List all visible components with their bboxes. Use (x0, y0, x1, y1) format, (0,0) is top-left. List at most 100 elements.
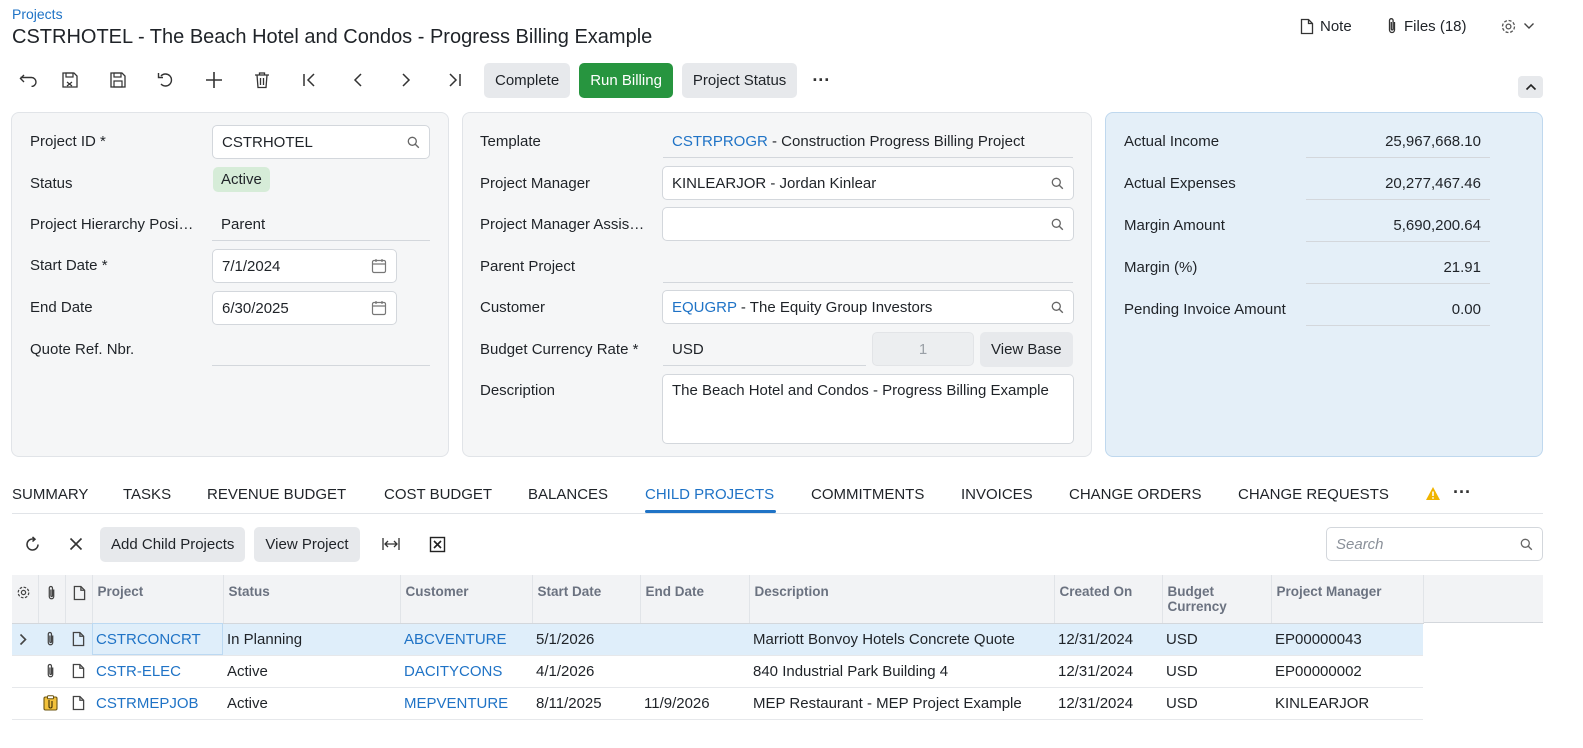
column-header-created-on[interactable]: Created On (1054, 575, 1163, 624)
table-row[interactable]: CSTRMEPJOB Active MEPVENTURE 8/11/2025 1… (12, 687, 1423, 720)
tab-commitments[interactable]: COMMITMENTS (811, 486, 924, 503)
add-icon[interactable] (190, 62, 238, 98)
column-header-end-date[interactable]: End Date (640, 575, 750, 624)
refresh-icon[interactable] (12, 526, 52, 562)
margin-percent-label: Margin (%) (1124, 259, 1198, 276)
pending-invoice-value: 0.00 (1306, 294, 1490, 326)
row-note[interactable] (65, 655, 92, 688)
row-note[interactable] (65, 687, 92, 720)
column-header-project[interactable]: Project (92, 575, 224, 624)
complete-button[interactable]: Complete (484, 62, 571, 98)
tab-change-orders[interactable]: CHANGE ORDERS (1069, 486, 1202, 503)
row-note[interactable] (65, 623, 92, 656)
column-header-description[interactable]: Description (749, 575, 1055, 624)
undo-icon[interactable] (142, 62, 190, 98)
row-attachment[interactable] (38, 687, 65, 720)
search-icon[interactable] (407, 136, 420, 149)
search-icon[interactable] (1051, 301, 1064, 314)
note-button[interactable]: Note (1300, 14, 1352, 38)
project-id-field[interactable]: CSTRHOTEL (212, 125, 430, 159)
first-record-icon[interactable] (286, 62, 334, 98)
end-date-field[interactable]: 6/30/2025 (212, 291, 397, 325)
project-link[interactable]: CSTRCONCRT (92, 623, 223, 656)
calendar-icon[interactable] (371, 258, 387, 274)
financials-panel (1105, 112, 1543, 457)
project-id-label: Project ID * (30, 133, 106, 150)
tab-balances[interactable]: BALANCES (528, 486, 608, 503)
customer-link[interactable]: DACITYCONS (400, 655, 532, 688)
row-expand-toggle[interactable] (12, 623, 38, 656)
warning-icon (1425, 486, 1441, 501)
project-status-button[interactable]: Project Status (681, 62, 798, 98)
quote-ref-label: Quote Ref. Nbr. (30, 341, 135, 358)
clear-icon[interactable] (52, 526, 100, 562)
row-attachment[interactable] (38, 623, 65, 656)
column-header-budget-currency[interactable]: Budget Currency (1162, 575, 1272, 624)
collapse-header-button[interactable] (1518, 76, 1543, 98)
search-icon[interactable] (1520, 538, 1533, 551)
note-icon[interactable] (72, 663, 88, 679)
export-excel-icon[interactable] (413, 526, 463, 562)
customer-link[interactable]: EQUGRP (672, 299, 737, 316)
pm-assistant-field[interactable] (662, 207, 1074, 241)
row-attachment[interactable] (38, 655, 65, 688)
search-icon[interactable] (1051, 218, 1064, 231)
tab-summary[interactable]: SUMMARY (12, 486, 88, 503)
next-record-icon[interactable] (382, 62, 430, 98)
chevron-right-icon[interactable] (19, 633, 34, 646)
table-row[interactable]: CSTR-ELEC Active DACITYCONS 4/1/2026 840… (12, 655, 1423, 688)
tab-revenue-budget[interactable]: REVENUE BUDGET (207, 486, 346, 503)
run-billing-button[interactable]: Run Billing (579, 62, 673, 98)
status-label: Status (30, 175, 73, 192)
start-date-field[interactable]: 7/1/2024 (212, 249, 397, 283)
customer-field[interactable]: EQUGRP - The Equity Group Investors (662, 290, 1074, 324)
add-child-projects-button[interactable]: Add Child Projects (100, 526, 246, 562)
paperclip-icon[interactable] (45, 631, 61, 647)
project-link[interactable]: CSTR-ELEC (92, 655, 223, 688)
quote-ref-field[interactable] (212, 334, 430, 366)
template-link[interactable]: CSTRPROGR (672, 133, 768, 150)
column-header-start-date[interactable]: Start Date (532, 575, 641, 624)
tab-change-requests[interactable]: CHANGE REQUESTS (1238, 486, 1389, 503)
description-textarea[interactable]: The Beach Hotel and Condos - Progress Bi… (662, 374, 1074, 444)
tab-tasks[interactable]: TASKS (123, 486, 171, 503)
tab-cost-budget[interactable]: COST BUDGET (384, 486, 492, 503)
breadcrumb-projects[interactable]: Projects (12, 6, 63, 22)
view-project-button[interactable]: View Project (254, 526, 360, 562)
save-icon[interactable] (94, 62, 142, 98)
project-link[interactable]: CSTRMEPJOB (92, 687, 223, 720)
files-label: Files (18) (1404, 17, 1467, 35)
settings-menu-button[interactable] (1500, 14, 1535, 38)
save-close-icon[interactable] (46, 62, 94, 98)
calendar-icon[interactable] (371, 300, 387, 316)
note-icon[interactable] (72, 695, 88, 711)
more-actions-icon[interactable]: ··· (806, 70, 836, 91)
column-header-project-manager[interactable]: Project Manager (1271, 575, 1424, 624)
budget-currency-value: USD (663, 334, 866, 366)
view-base-button[interactable]: View Base (980, 332, 1073, 367)
summary-panel (11, 112, 449, 457)
column-settings-header[interactable] (12, 575, 39, 624)
column-header-customer[interactable]: Customer (400, 575, 533, 624)
customer-link[interactable]: ABCVENTURE (400, 623, 532, 656)
project-manager-field[interactable]: KINLEARJOR - Jordan Kinlear (662, 166, 1074, 200)
row-expand-toggle (12, 687, 38, 720)
tab-invoices[interactable]: INVOICES (961, 486, 1033, 503)
tab-child-projects[interactable]: CHILD PROJECTS (645, 486, 774, 503)
delete-icon[interactable] (238, 62, 286, 98)
customer-link[interactable]: MEPVENTURE (400, 687, 532, 720)
grid-search-input[interactable]: Search (1326, 527, 1543, 561)
gear-icon[interactable] (16, 585, 38, 600)
more-tabs-icon[interactable]: ··· (1453, 482, 1471, 503)
last-record-icon[interactable] (430, 62, 478, 98)
search-icon[interactable] (1051, 177, 1064, 190)
table-row[interactable]: CSTRCONCRT In Planning ABCVENTURE 5/1/20… (12, 623, 1423, 656)
note-icon[interactable] (72, 631, 88, 647)
back-icon[interactable] (12, 62, 46, 98)
clipboard-icon[interactable] (43, 695, 61, 711)
fit-columns-icon[interactable] (369, 526, 413, 562)
paperclip-icon[interactable] (45, 663, 61, 679)
column-header-status[interactable]: Status (223, 575, 401, 624)
files-button[interactable]: Files (18) (1386, 14, 1467, 38)
previous-record-icon[interactable] (334, 62, 382, 98)
